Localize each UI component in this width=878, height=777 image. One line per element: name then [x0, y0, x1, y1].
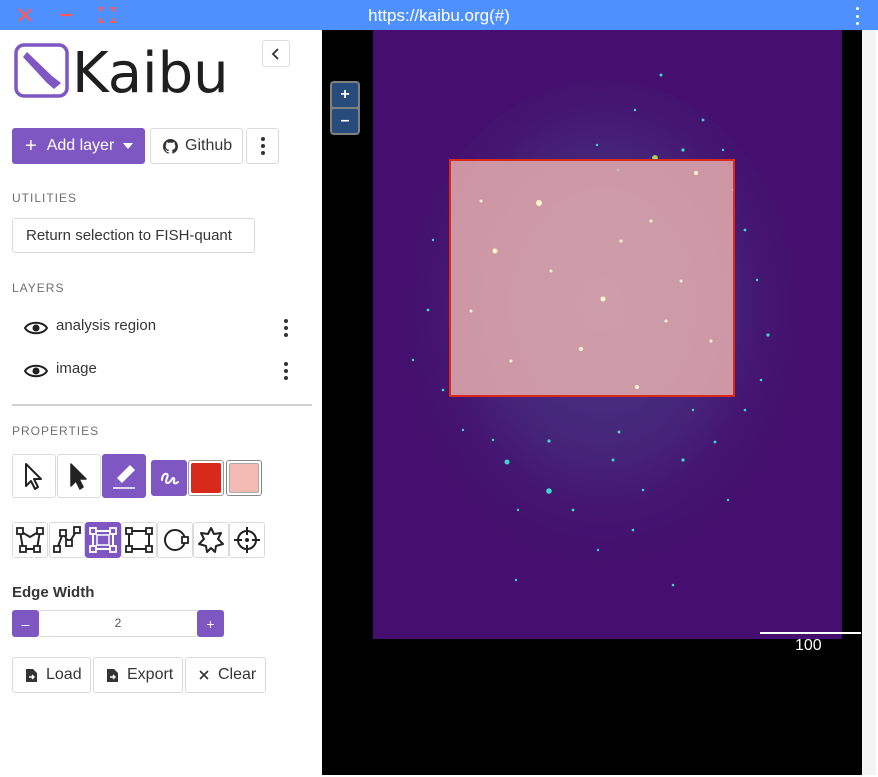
edge-color-swatch — [191, 463, 221, 493]
circle-tool-button[interactable] — [157, 522, 193, 558]
window-titlebar: https://kaibu.org(#) — [0, 0, 878, 30]
edge-width-input[interactable]: 2 — [39, 610, 197, 637]
app-logo: Kaibu — [14, 41, 274, 113]
window-menu-icon[interactable] — [850, 6, 864, 26]
panel-divider — [12, 404, 312, 406]
layer-item-analysis-region[interactable]: analysis region — [12, 310, 302, 346]
analysis-region-rectangle[interactable] — [449, 159, 735, 397]
github-label: Github — [185, 137, 233, 154]
window-url: https://kaibu.org(#) — [368, 6, 510, 25]
add-layer-button[interactable]: + Add layer — [12, 128, 145, 164]
increment-button[interactable]: + — [197, 610, 224, 637]
sidebar-panel: Kaibu + Add layer Github UTILITIES Retur… — [1, 30, 322, 775]
edge-color-picker[interactable] — [188, 460, 224, 496]
export-label: Export — [127, 666, 174, 683]
load-label: Load — [46, 666, 82, 683]
rectangle-select-tool-button[interactable] — [85, 522, 121, 558]
edge-width-stepper: – 2 + — [12, 610, 224, 637]
rectangle-tool-button[interactable] — [121, 522, 157, 558]
zoom-out-button[interactable]: – — [332, 109, 358, 133]
pointer-outline-icon — [25, 463, 42, 490]
draw-tool-button[interactable] — [102, 454, 146, 498]
zoom-in-button[interactable]: + — [332, 83, 358, 107]
load-button[interactable]: Load — [12, 657, 91, 693]
github-icon — [163, 138, 178, 154]
microscopy-image[interactable] — [373, 30, 842, 639]
eye-icon[interactable] — [24, 361, 48, 381]
layers-section-label: LAYERS — [12, 281, 65, 295]
layer-name: analysis region — [56, 317, 157, 334]
polyline-tool-button[interactable] — [49, 522, 85, 558]
zoom-controls: + – — [330, 81, 360, 135]
export-button[interactable]: Export — [93, 657, 183, 693]
scale-bar-label: 100 — [795, 637, 822, 654]
layer-options-icon[interactable] — [284, 319, 288, 337]
layer-name: image — [56, 360, 97, 377]
caret-down-icon — [123, 143, 134, 149]
file-export-icon — [107, 668, 118, 682]
kaibu-logo-icon — [14, 43, 69, 98]
clear-label: Clear — [218, 666, 257, 683]
vertical-scrollbar[interactable] — [862, 30, 876, 775]
select-tool-button[interactable] — [12, 454, 56, 498]
layer-options-icon[interactable] — [284, 362, 288, 380]
polygon-icon — [16, 527, 44, 553]
move-tool-button[interactable] — [57, 454, 101, 498]
polyline-icon — [53, 526, 81, 553]
selection-dots — [469, 171, 713, 389]
add-layer-label: Add layer — [46, 137, 115, 154]
freehand-tool-button[interactable] — [151, 460, 187, 496]
star-tool-button[interactable] — [193, 522, 229, 558]
rectangle-icon — [125, 527, 153, 553]
pencil-icon — [113, 465, 135, 489]
utilities-section-label: UTILITIES — [12, 191, 78, 205]
freehand-icon — [161, 472, 179, 485]
file-import-icon — [26, 668, 37, 682]
pointer-filled-icon — [70, 463, 87, 490]
fill-color-swatch — [229, 463, 259, 493]
edge-width-label: Edge Width — [12, 584, 95, 601]
return-selection-button[interactable]: Return selection to FISH-quant — [12, 218, 255, 253]
close-icon — [199, 670, 209, 680]
fill-color-picker[interactable] — [226, 460, 262, 496]
more-options-button[interactable] — [246, 128, 279, 164]
image-viewer[interactable]: + – 100 — [322, 30, 862, 775]
collapse-panel-button[interactable] — [262, 40, 290, 67]
more-vertical-icon — [260, 137, 265, 155]
layer-item-image[interactable]: image — [12, 353, 302, 389]
point-tool-button[interactable] — [229, 522, 265, 558]
polygon-tool-button[interactable] — [12, 522, 48, 558]
rectangle-select-icon — [89, 527, 117, 553]
star-icon — [198, 527, 224, 553]
properties-section-label: PROPERTIES — [12, 424, 100, 438]
github-button[interactable]: Github — [150, 128, 243, 164]
decrement-button[interactable]: – — [12, 610, 39, 637]
app-name: Kaibu — [72, 41, 229, 106]
eye-icon[interactable] — [24, 318, 48, 338]
scale-bar — [760, 632, 861, 634]
circle-icon — [164, 529, 189, 551]
crosshair-icon — [234, 527, 260, 553]
plus-icon: + — [25, 135, 37, 157]
chevron-left-icon — [271, 47, 279, 60]
clear-button[interactable]: Clear — [185, 657, 266, 693]
